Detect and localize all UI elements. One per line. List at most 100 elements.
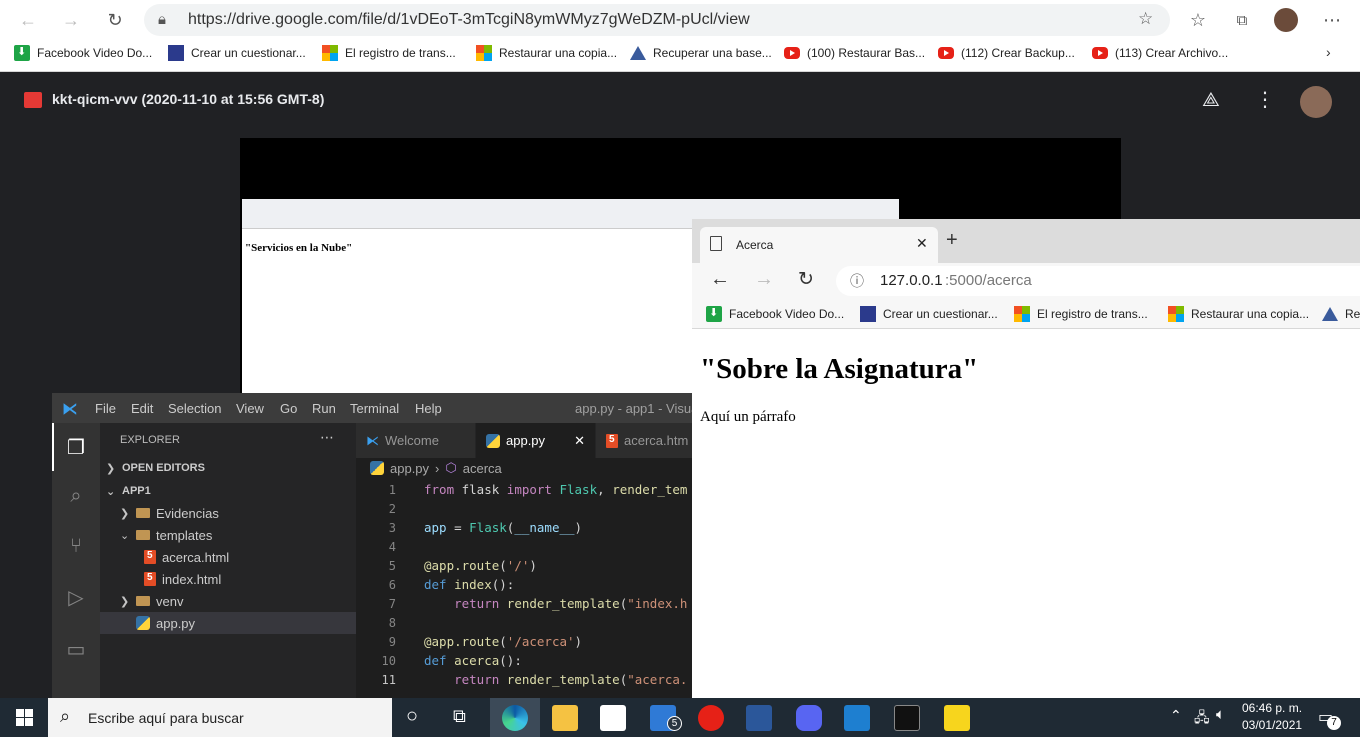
back-icon[interactable]: ← (710, 268, 730, 291)
tree-file-app-py[interactable]: app.py (100, 612, 356, 634)
profile-avatar[interactable] (1274, 8, 1298, 32)
bookmark-item[interactable]: Recuperar una base... (630, 44, 772, 62)
discord-icon[interactable] (796, 705, 822, 731)
forms-icon (168, 45, 184, 61)
taskbar-search[interactable]: ⌕ Escribe aquí para buscar (48, 698, 392, 737)
tree-folder-evidencias[interactable]: ❯ Evidencias (120, 502, 219, 524)
more-options-icon[interactable]: ⋯ (1318, 6, 1346, 34)
function-symbol-icon: ⬡ (445, 460, 457, 475)
bookmark-item[interactable]: Restaurar una copia... (1168, 305, 1309, 323)
tab-acerca[interactable]: acerca.htm (596, 423, 702, 458)
tree-file-index[interactable]: index.html (144, 568, 221, 590)
menu-view[interactable]: View (236, 401, 264, 416)
bookmark-item[interactable]: Facebook Video Do... (706, 305, 844, 323)
window-title: app.py - app1 - Visual (575, 401, 702, 416)
menu-go[interactable]: Go (280, 401, 297, 416)
vscode-taskbar-icon[interactable] (844, 705, 870, 731)
tree-file-acerca[interactable]: acerca.html (144, 546, 229, 568)
line-number: 10 (381, 654, 396, 668)
forward-icon[interactable]: → (754, 268, 774, 291)
page-heading: "Sobre la Asignatura" (700, 353, 979, 385)
more-vert-icon[interactable]: ⋮ (1255, 87, 1275, 112)
chevron-right-icon[interactable]: › (1326, 44, 1331, 60)
more-actions-icon[interactable]: ⋯ (320, 429, 334, 446)
breadcrumb-item[interactable]: acerca (463, 461, 502, 476)
tree-label: app.py (156, 615, 196, 631)
edge-address-bar[interactable]: ⓘ 127.0.0.1 :5000/acerca (836, 266, 1360, 296)
tree-folder-venv[interactable]: ❯ venv (120, 590, 183, 612)
refresh-icon[interactable]: ↻ (101, 6, 129, 34)
tree-label: index.html (162, 571, 222, 587)
bookmark-item[interactable]: (112) Crear Backup... (938, 44, 1075, 62)
explorer-icon[interactable]: ❐ (64, 435, 88, 459)
favorites-icon[interactable]: ☆ (1184, 6, 1212, 34)
file-explorer-icon[interactable] (552, 705, 578, 731)
collections-icon[interactable]: ⧉ (1228, 6, 1256, 34)
windows-start-icon[interactable] (16, 709, 33, 726)
line-number: 11 (381, 673, 396, 687)
page-paragraph: Aquí un párrafo (700, 409, 796, 425)
tab-welcome[interactable]: ⧔ Welcome (356, 423, 476, 458)
edge-tabstrip: Acerca ✕ + (692, 219, 1360, 263)
menu-help[interactable]: Help (415, 401, 442, 416)
chevron-up-icon[interactable]: ⌃ (1170, 707, 1182, 724)
terminal-icon[interactable] (894, 705, 920, 731)
search-icon[interactable]: ⌕ (64, 485, 88, 509)
bookmark-label: Restaurar una copia... (499, 46, 618, 60)
open-editors-section[interactable]: ❯ OPEN EDITORS (106, 457, 205, 479)
edge-icon[interactable] (502, 705, 528, 731)
network-icon[interactable]: 🖧︎ (1194, 707, 1210, 731)
bookmark-item[interactable]: Facebook Video Do... (14, 44, 152, 62)
add-to-drive-icon[interactable]: ⟁ (1202, 89, 1220, 112)
video-file-icon (24, 92, 42, 108)
menu-run[interactable]: Run (312, 401, 336, 416)
vscode-titlebar: ⧔ File Edit Selection View Go Run Termin… (52, 393, 702, 423)
new-tab-icon[interactable]: + (946, 229, 958, 252)
favorite-star-icon[interactable]: ☆ (1138, 9, 1153, 29)
clock-date[interactable]: 03/01/2021 (1242, 718, 1302, 732)
bookmark-item[interactable]: (113) Crear Archivo... (1092, 44, 1228, 62)
sticky-notes-icon[interactable] (944, 705, 970, 731)
menu-selection[interactable]: Selection (168, 401, 221, 416)
bookmark-label: El registro de trans... (345, 46, 456, 60)
forward-icon[interactable]: → (57, 6, 85, 34)
bookmark-item[interactable]: El registro de trans... (322, 44, 456, 62)
chevron-right-icon: ❯ (120, 595, 130, 608)
bookmark-item[interactable]: El registro de trans... (1014, 305, 1148, 323)
address-bar[interactable]: 🔒︎ https://drive.google.com/file/d/1vDEo… (144, 4, 1170, 36)
address-url[interactable]: https://drive.google.com/file/d/1vDEoT-3… (188, 11, 750, 29)
menu-edit[interactable]: Edit (131, 401, 153, 416)
account-avatar[interactable] (1300, 86, 1332, 118)
breadcrumb-item[interactable]: app.py (390, 461, 429, 476)
code-line: @app.route('/') (424, 558, 537, 573)
word-icon[interactable] (746, 705, 772, 731)
search-placeholder: Escribe aquí para buscar (88, 710, 244, 726)
youtube-app-icon[interactable] (698, 705, 724, 731)
task-view-icon[interactable]: ⧉ (453, 706, 466, 727)
close-icon[interactable]: ✕ (574, 433, 585, 449)
vscode-logo-icon: ⧔ (366, 432, 379, 448)
close-icon[interactable]: ✕ (916, 235, 928, 252)
code-line: from flask import Flask, render_tem (424, 482, 688, 497)
refresh-icon[interactable]: ↻ (798, 268, 814, 291)
clock-time[interactable]: 06:46 p. m. (1242, 701, 1302, 715)
source-control-icon[interactable]: ⑂ (64, 535, 88, 559)
edge-tab-acerca[interactable]: Acerca ✕ (700, 227, 938, 263)
back-icon[interactable]: ← (14, 6, 42, 34)
bookmark-item[interactable]: Re (1322, 305, 1360, 323)
volume-icon[interactable]: 🔈︎ (1216, 706, 1225, 723)
bookmark-item[interactable]: (100) Restaurar Bas... (784, 44, 925, 62)
remote-explorer-icon[interactable]: ▭ (64, 637, 88, 661)
menu-file[interactable]: File (95, 401, 116, 416)
bookmark-item[interactable]: Restaurar una copia... (476, 44, 617, 62)
store-icon[interactable] (600, 705, 626, 731)
code-line: app = Flask(__name__) (424, 520, 583, 535)
tab-app-py[interactable]: app.py ✕ (476, 423, 596, 458)
bookmark-item[interactable]: Crear un cuestionar... (860, 305, 998, 323)
bookmark-item[interactable]: Crear un cuestionar... (168, 44, 306, 62)
menu-terminal[interactable]: Terminal (350, 401, 399, 416)
tree-folder-templates[interactable]: ⌄ templates (120, 524, 212, 546)
run-debug-icon[interactable]: ▷ (64, 585, 88, 609)
project-section[interactable]: ⌄ APP1 (106, 480, 151, 502)
cortana-icon[interactable]: ○ (406, 705, 418, 728)
